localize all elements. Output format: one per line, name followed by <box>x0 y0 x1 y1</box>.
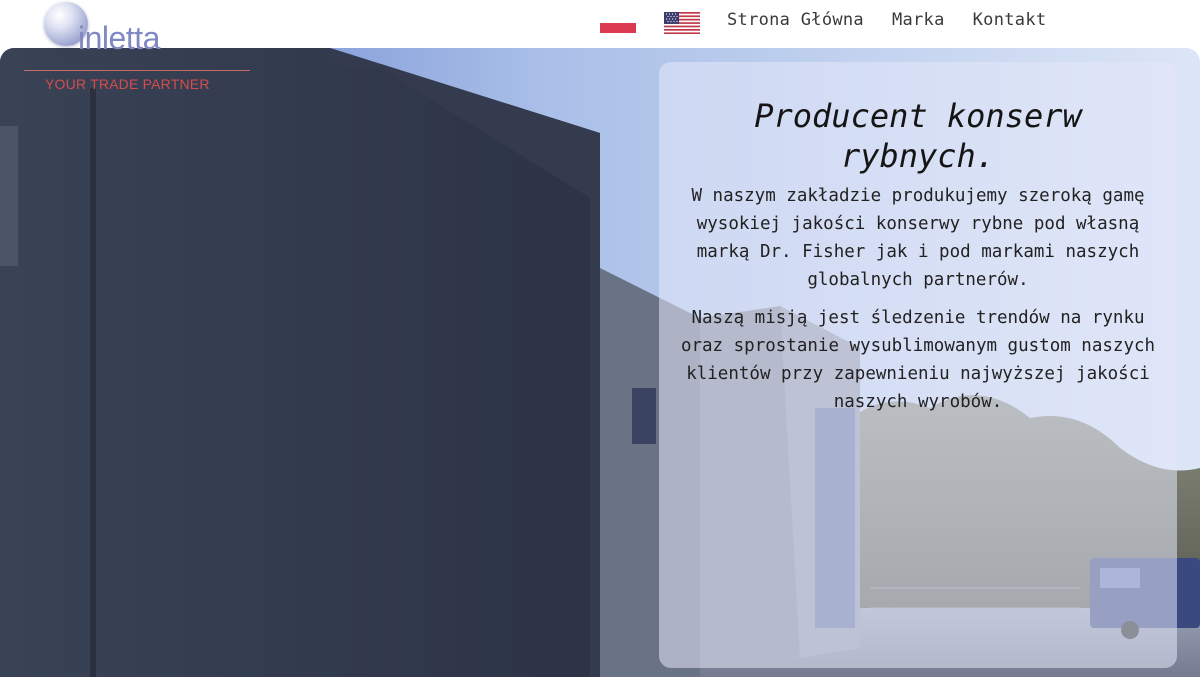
hero-paragraph-1: W naszym zakładzie produkujemy szeroką g… <box>691 186 1145 290</box>
nav-link-contact[interactable]: Kontakt <box>973 10 1047 30</box>
main-nav: Strona Główna Marka Kontakt <box>727 10 1046 30</box>
nav-link-brand[interactable]: Marka <box>892 10 945 30</box>
hero-text-card: Producent konserw rybnych. W naszym zakł… <box>659 62 1177 668</box>
nav-link-home[interactable]: Strona Główna <box>727 10 864 30</box>
hero-paragraph-2: Naszą misją jest śledzenie trendów na ry… <box>680 308 1156 412</box>
logo-tagline: YOUR TRADE PARTNER <box>45 76 210 92</box>
hero-title: Producent konserw rybnych. <box>754 97 1082 175</box>
logo-divider <box>24 70 250 71</box>
logo-wordmark: inletta <box>78 20 160 56</box>
us-flag-icon[interactable] <box>664 12 700 34</box>
polish-flag-icon[interactable] <box>600 13 636 33</box>
site-logo[interactable]: inletta YOUR TRADE PARTNER <box>20 0 260 100</box>
